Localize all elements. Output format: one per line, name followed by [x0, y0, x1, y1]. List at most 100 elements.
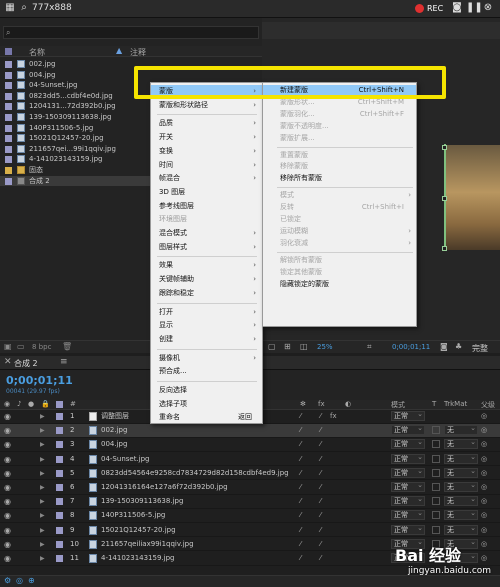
submenu-item[interactable]: 隐藏锁定的蒙版 — [263, 279, 416, 291]
viewer-timecode[interactable]: 0;00;01;11 — [392, 343, 430, 351]
blend-mode-dropdown[interactable]: 正常 — [391, 467, 425, 478]
parent-pickwhip-icon[interactable]: ◎ — [481, 524, 487, 537]
label-color-icon[interactable] — [56, 469, 63, 477]
column-comment[interactable]: 注释 — [130, 47, 146, 58]
eye-icon[interactable]: ◉ — [4, 495, 11, 508]
layer-row[interactable]: ◉▶2002.jpg⁄⁄正常无◎ — [0, 424, 500, 438]
shy-switch[interactable]: ⁄ — [300, 481, 301, 494]
context-menu-item[interactable]: 品质 › — [151, 117, 262, 130]
preserve-transparency-checkbox[interactable] — [432, 525, 440, 534]
parent-pickwhip-icon[interactable]: ◎ — [481, 453, 487, 466]
submenu-item[interactable]: 模式 › — [263, 190, 416, 202]
fit-icon[interactable]: ⌗ — [367, 342, 372, 352]
layer-row[interactable]: ◉ ▶ 5 0823dd54564e9258cd7834729d82d158cdbf4… — [0, 467, 500, 481]
submenu-item[interactable]: 解锁所有蒙版 — [263, 255, 416, 267]
preserve-transparency-checkbox[interactable] — [432, 483, 440, 491]
quality-switch[interactable]: ⁄ — [320, 495, 321, 508]
expand-triangle-icon[interactable]: ▶ — [40, 552, 45, 565]
label-color-icon[interactable] — [56, 484, 63, 491]
submenu-item[interactable]: 锁定其他蒙版 — [263, 267, 416, 279]
submenu-item[interactable]: 反转 Ctrl+Shift+I — [263, 202, 416, 214]
quality-switch[interactable]: ⁄ — [320, 524, 321, 537]
blend-mode-dropdown[interactable]: 正常 — [391, 453, 425, 464]
trkmat-dropdown[interactable]: 无 — [444, 495, 478, 507]
context-menu-item[interactable]: 变换 › — [151, 145, 262, 158]
grid-icon[interactable]: ▦ — [4, 2, 16, 14]
shy-switch[interactable]: ⁄ — [300, 524, 301, 537]
label-color-icon[interactable] — [56, 512, 63, 520]
grid-icon[interactable]: ⊞ — [284, 342, 291, 351]
layer-name[interactable]: 140P311506-5.jpg — [101, 509, 297, 522]
quality-switch[interactable]: ⁄ — [320, 438, 321, 451]
quality-switch[interactable]: ⁄ — [320, 552, 321, 565]
toggle-icon[interactable]: ⊕ — [28, 576, 35, 585]
quality-switch[interactable]: ⁄ — [320, 424, 321, 437]
context-menu-item[interactable]: 图层样式 › — [151, 241, 262, 254]
label-color-icon[interactable] — [56, 413, 63, 420]
eye-icon[interactable]: ◉ — [4, 438, 11, 451]
toggle-icon[interactable]: ◎ — [16, 576, 23, 585]
folder-icon[interactable]: ▭ — [17, 342, 25, 351]
submenu-item[interactable]: 蒙版羽化... Ctrl+Shift+F — [263, 109, 416, 121]
context-menu-item[interactable]: 打开 › — [151, 306, 262, 319]
layer-name[interactable]: 4-141023143159.jpg — [101, 552, 297, 565]
trkmat-dropdown[interactable]: 无 — [444, 509, 478, 521]
quality-switch[interactable]: ⁄ — [320, 410, 321, 423]
resolution-dropdown[interactable]: 完整 — [472, 343, 488, 354]
quality-switch[interactable]: ⁄ — [320, 453, 321, 466]
timeline-timecode[interactable]: 0;00;01;11 — [6, 374, 73, 387]
blend-mode-dropdown[interactable]: 正常 — [391, 495, 425, 507]
eye-icon[interactable]: ◉ — [4, 453, 11, 466]
column-name[interactable]: 名称 — [29, 47, 45, 58]
shy-switch[interactable]: ⁄ — [300, 509, 301, 522]
expand-triangle-icon[interactable]: ▶ — [40, 481, 45, 494]
expand-triangle-icon[interactable]: ▶ — [40, 438, 45, 451]
preserve-transparency-checkbox[interactable] — [432, 440, 440, 449]
preserve-transparency-checkbox[interactable] — [432, 426, 440, 435]
eye-icon[interactable]: ◉ — [4, 424, 11, 437]
snapshot-icon[interactable]: ◙ — [440, 342, 448, 351]
eye-icon[interactable]: ◉ — [4, 410, 11, 423]
eye-icon[interactable]: ◉ — [4, 538, 11, 551]
handle-icon[interactable] — [442, 145, 447, 150]
layer-row[interactable]: ◉▶7139-150309113638.jpg⁄⁄正常无◎ — [0, 495, 500, 509]
shy-switch[interactable]: ⁄ — [300, 467, 301, 480]
layer-name[interactable]: 139-150309113638.jpg — [101, 495, 297, 508]
parent-pickwhip-icon[interactable]: ◎ — [481, 495, 487, 508]
parent-pickwhip-icon[interactable]: ◎ — [481, 481, 487, 494]
shy-switch[interactable]: ⁄ — [300, 538, 301, 551]
layer-name[interactable]: 002.jpg — [101, 424, 297, 437]
eye-icon[interactable]: ◉ — [4, 509, 11, 522]
blend-mode-dropdown[interactable]: 正常 — [391, 438, 425, 450]
tab-composition[interactable]: 合成 2 — [14, 358, 38, 369]
project-search-input[interactable]: ⌕ — [3, 26, 259, 39]
layer-row[interactable]: ◉▶404-Sunset.jpg⁄⁄正常无◎ — [0, 453, 500, 467]
label-color-icon[interactable] — [56, 526, 63, 534]
mask-visibility-icon[interactable]: ◫ — [300, 342, 308, 351]
preserve-transparency-checkbox[interactable] — [432, 511, 440, 520]
blend-mode-dropdown[interactable]: 正常 — [391, 509, 425, 521]
context-menu-item[interactable]: 创建 › — [151, 333, 262, 346]
search-icon[interactable]: ⌕ — [18, 2, 30, 14]
context-menu-item[interactable]: 反向选择 — [151, 384, 262, 397]
blend-mode-dropdown[interactable]: 正常 — [391, 524, 425, 535]
pause-icon[interactable]: ❚❚ — [466, 2, 483, 14]
context-menu-item[interactable]: 环境图层 — [151, 213, 262, 226]
region-icon[interactable]: ▢ — [268, 342, 276, 351]
bpc-button[interactable]: 8 bpc — [32, 343, 51, 351]
layer-name[interactable]: 04-Sunset.jpg — [101, 453, 297, 466]
expand-triangle-icon[interactable]: ▶ — [40, 410, 45, 423]
label-color-icon[interactable] — [56, 498, 63, 506]
trkmat-dropdown[interactable]: 无 — [444, 467, 478, 478]
shy-switch[interactable]: ⁄ — [300, 424, 301, 437]
context-menu-item[interactable]: 时间 › — [151, 159, 262, 172]
parent-pickwhip-icon[interactable]: ◎ — [481, 509, 487, 522]
layer-name[interactable]: 12041316164e127a6f72d392b0.jpg — [101, 481, 297, 494]
preserve-transparency-checkbox[interactable] — [432, 454, 440, 463]
quality-switch[interactable]: ⁄ — [320, 467, 321, 480]
quality-switch[interactable]: ⁄ — [320, 509, 321, 522]
context-menu-item[interactable]: 3D 图层 — [151, 186, 262, 199]
blend-mode-dropdown[interactable]: 正常 — [391, 481, 425, 492]
close-icon[interactable]: ⊗ — [482, 2, 494, 14]
eye-icon[interactable]: ◉ — [4, 481, 11, 494]
